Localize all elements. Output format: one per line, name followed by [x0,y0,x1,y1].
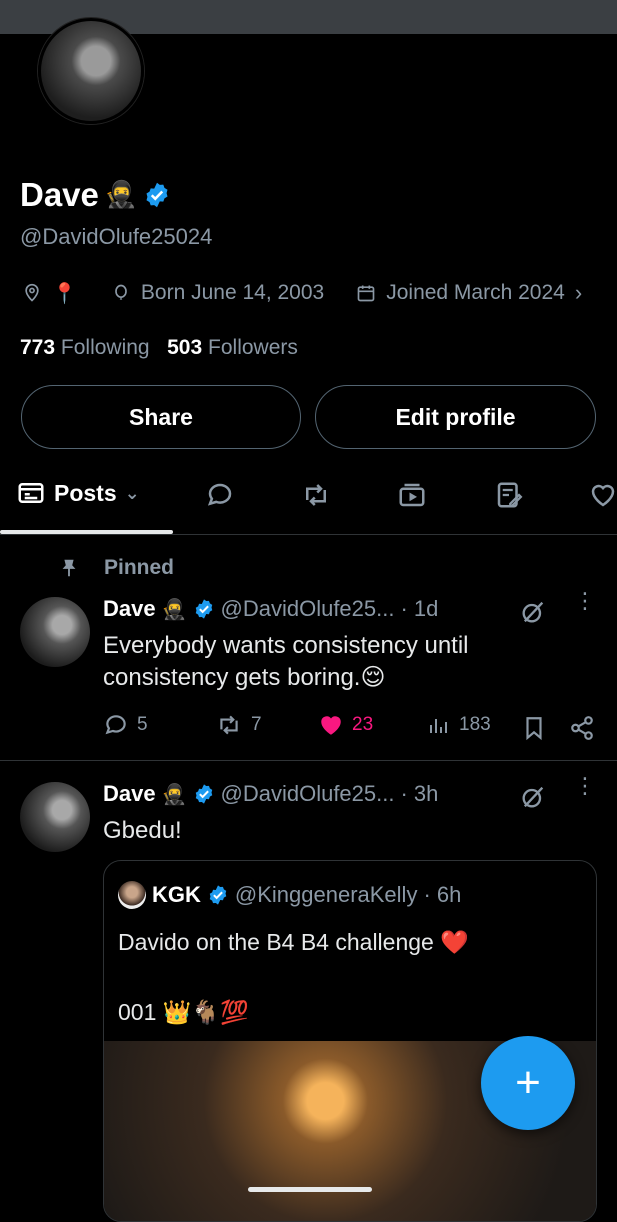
reply-count: 5 [137,714,148,735]
quote-avatar [118,881,146,909]
post-author-name[interactable]: Dave [103,781,156,807]
birthday-balloon-icon [115,284,127,300]
verified-badge-icon [195,599,212,619]
compose-post-button[interactable]: + [481,1036,575,1130]
ninja-emoji: 🥷 [104,180,138,210]
verified-badge-icon [195,784,212,804]
post-author-handle: @DavidOlufe25... [220,596,395,621]
post-text: Gbedu! [103,817,182,844]
quote-time: · 6h [423,882,462,907]
quote-header: KGK @KinggeneraKelly · 6h [118,881,461,909]
post-text-line: Everybody wants consistency until [103,632,469,659]
chevron-right-icon[interactable]: › [575,280,582,306]
post-actions: 5 7 23 183 [103,712,603,744]
follow-stats: 773 Following 503 Followers [20,336,298,360]
quote-author-handle: @KinggeneraKelly [234,882,418,907]
following-count: 773 [20,336,56,359]
tab-posts-label: Posts [54,479,117,506]
heart-filled-icon [321,716,341,735]
grok-icon[interactable] [519,783,547,811]
ninja-emoji: 🥷 [161,782,187,806]
repost-count: 7 [251,714,262,735]
posts-icon [18,483,44,503]
repost-icon [220,715,238,735]
verified-badge-icon[interactable] [143,181,171,209]
post-avatar[interactable] [20,597,90,667]
edit-profile-button[interactable]: Edit profile [315,385,596,449]
post-header: Dave 🥷 @DavidOlufe25... · 1d [103,596,438,622]
location-icon [25,283,39,302]
verified-badge-icon [209,885,227,905]
post-time: · 1d [400,596,439,621]
post-author-name[interactable]: Dave [103,596,156,622]
quote-author-name: KGK [152,882,201,907]
profile-meta: 📍 Born June 14, 2003 Joined March 2024 › [22,280,582,306]
post-text-line: consistency gets boring.😌 [103,664,386,691]
tab-likes-icon[interactable] [588,480,617,510]
joined-date: Joined March 2024 [386,281,565,304]
profile-handle: @DavidOlufe25024 [20,224,213,249]
ninja-emoji: 🥷 [161,597,187,621]
tab-media-icon[interactable] [397,480,427,510]
tab-replies-icon[interactable] [205,480,235,510]
like-button[interactable]: 23 [318,712,373,738]
followers-link[interactable]: 503 Followers [167,336,298,359]
profile-name: Dave 🥷 [20,176,171,214]
post-text: Everybody wants consistency until consis… [103,630,469,694]
post-header: Dave 🥷 @DavidOlufe25... · 3h [103,781,438,807]
post-author-handle: @DavidOlufe25... [220,781,395,806]
post-time: · 3h [400,781,439,806]
quote-text-line: Davido on the B4 B4 challenge ❤️ [118,929,469,955]
share-button[interactable]: Share [21,385,301,449]
post-divider [0,760,617,761]
profile-avatar[interactable] [38,18,144,124]
share-icon[interactable] [569,714,595,742]
views-button[interactable]: 183 [427,712,491,738]
location-pin-emoji: 📍 [52,281,77,305]
more-options-icon[interactable]: ⋮ [574,775,596,797]
reply-button[interactable]: 5 [103,712,148,738]
profile-tabs: Posts ⌄ [0,470,617,535]
repost-button[interactable]: 7 [215,712,262,738]
home-indicator [248,1187,372,1192]
following-label: Following [60,336,150,359]
post-avatar[interactable] [20,782,90,852]
quote-text-line: 001 👑🐐💯 [118,999,249,1025]
pinned-label: Pinned [104,556,175,579]
followers-count: 503 [167,336,203,359]
calendar-icon [357,285,375,302]
views-count: 183 [459,714,491,735]
active-tab-indicator [0,530,173,534]
more-options-icon[interactable]: ⋮ [574,590,596,612]
tab-articles-icon[interactable] [494,480,524,510]
views-chart-icon [430,719,447,733]
grok-icon[interactable] [519,598,547,626]
bookmark-icon[interactable] [521,714,547,742]
profile-name-text: Dave [20,176,99,213]
born-date: Born June 14, 2003 [140,281,325,304]
pinned-indicator: Pinned [58,556,174,580]
pin-icon [62,559,76,577]
reply-icon [105,715,126,735]
tab-reposts-icon[interactable] [301,480,331,510]
following-link[interactable]: 773 Following [20,336,150,359]
followers-label: Followers [208,336,298,359]
tab-posts[interactable]: Posts ⌄ [16,478,140,508]
like-count: 23 [352,714,374,735]
chevron-down-icon: ⌄ [124,482,140,503]
